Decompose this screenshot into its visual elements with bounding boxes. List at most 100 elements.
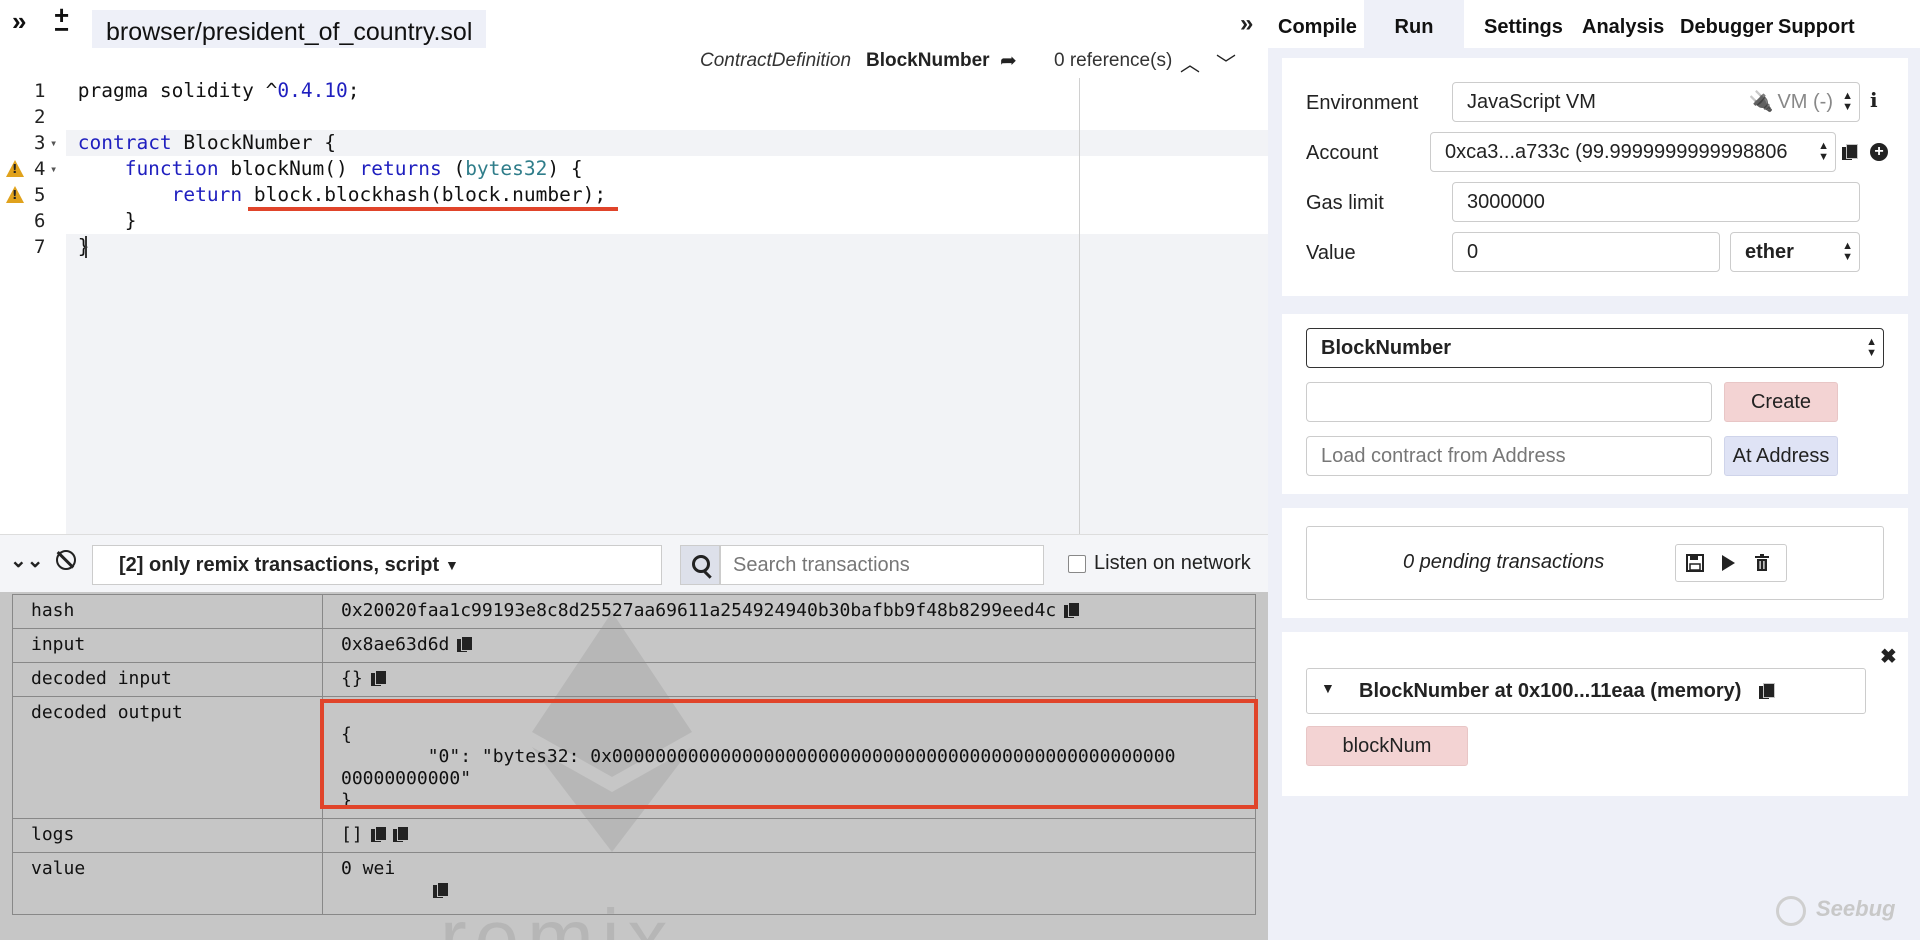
code-line: contract BlockNumber {: [66, 130, 1268, 156]
warning-icon: [6, 186, 24, 203]
print-margin: [1079, 78, 1080, 534]
row-value: 0x20020faa1c99193e8c8d25527aa69611a25492…: [322, 594, 1256, 629]
blocknum-function-button[interactable]: blockNum: [1306, 726, 1468, 766]
environment-select[interactable]: JavaScript VM 🔌 VM (-) ▲ ▼: [1452, 82, 1860, 122]
goto-definition-icon[interactable]: ➦: [1000, 48, 1017, 73]
search-transactions-input[interactable]: [720, 545, 1044, 585]
account-label: Account: [1306, 142, 1379, 164]
at-address-button[interactable]: At Address: [1724, 436, 1838, 476]
table-row: logs []: [12, 818, 1256, 853]
play-icon[interactable]: [1720, 554, 1736, 577]
code-token: block.blockhash(block.number);: [242, 183, 607, 206]
copy-icon[interactable]: [433, 882, 449, 898]
decoded-output-value: { "0": "bytes32: 0x000000000000000000000…: [322, 696, 1256, 819]
select-arrows-icon: ▲ ▼: [1818, 133, 1829, 163]
code-line: function blockNum() returns (bytes32) {: [66, 156, 1268, 182]
environment-settings-card: Environment JavaScript VM 🔌 VM (-) ▲ ▼ i A…: [1282, 58, 1908, 296]
add-account-icon[interactable]: +: [1870, 143, 1888, 161]
info-icon[interactable]: i: [1870, 88, 1878, 112]
account-select[interactable]: 0xca3...a733c (99.9999999999998806 ▲ ▼: [1430, 132, 1836, 172]
copy-icon[interactable]: [1759, 683, 1775, 699]
tab-run[interactable]: Run: [1364, 0, 1464, 48]
instance-header[interactable]: ▼ BlockNumber at 0x100...11eaa (memory): [1306, 668, 1866, 714]
transaction-filter-select[interactable]: [2] only remix transactions, script ▼: [92, 545, 662, 585]
contract-card: BlockNumber ▲ ▼ Create Load contract from…: [1282, 314, 1908, 494]
tab-support[interactable]: Support: [1768, 0, 1865, 48]
tab-debugger[interactable]: Debugger: [1670, 0, 1783, 48]
right-panel: Compile Run Settings Analysis Debugger S…: [1268, 0, 1920, 940]
copy-icon[interactable]: [392, 826, 409, 842]
line-gutter: 1 2 3▾ 4▾ 5 6 7: [0, 78, 66, 534]
line-number: 6: [34, 210, 46, 232]
chevron-up-icon[interactable]: ︿: [1180, 48, 1200, 77]
trash-icon[interactable]: [1754, 554, 1770, 577]
contract-select[interactable]: BlockNumber ▲ ▼: [1306, 328, 1884, 368]
context-name: BlockNumber: [866, 50, 990, 71]
copy-icon[interactable]: [370, 826, 387, 842]
value-input[interactable]: 0: [1452, 232, 1720, 272]
expand-right-panel-icon[interactable]: »: [1240, 10, 1253, 38]
pending-box: 0 pending transactions: [1306, 526, 1884, 600]
value-label: Value: [1306, 242, 1356, 264]
fold-arrow-icon[interactable]: ▾: [50, 156, 57, 182]
reference-count: 0 reference(s): [1054, 50, 1173, 71]
remove-file-icon[interactable]: −: [54, 14, 69, 45]
line-number: 1: [34, 80, 46, 102]
code-area[interactable]: pragma solidity ^0.4.10; contract BlockN…: [66, 78, 1268, 534]
row-key: hash: [12, 594, 323, 629]
gas-limit-input[interactable]: 3000000: [1452, 182, 1860, 222]
tab-active-file[interactable]: browser/president_of_country.sol: [92, 10, 487, 48]
chevron-down-icon[interactable]: ﹀: [1216, 48, 1236, 77]
table-row: decoded output { "0": "bytes32: 0x000000…: [12, 696, 1256, 819]
collapse-file-explorer-icon[interactable]: »: [12, 6, 26, 37]
caret-down-icon[interactable]: ▼: [1321, 680, 1335, 696]
code-token: ;: [347, 79, 360, 102]
load-address-input[interactable]: Load contract from Address: [1306, 436, 1712, 476]
transaction-details-table: hash 0x20020faa1c99193e8c8d25527aa69611a…: [12, 594, 1256, 915]
row-value: 0x8ae63d6d: [322, 628, 1256, 663]
select-arrows-icon: ▲ ▼: [1842, 240, 1853, 263]
copy-icon[interactable]: [1842, 144, 1858, 160]
code-token: blockNum(): [218, 157, 360, 180]
copy-icon[interactable]: [370, 670, 387, 686]
row-key: logs: [12, 818, 323, 853]
search-icon[interactable]: [680, 545, 720, 585]
code-token: 0.4.10: [277, 79, 348, 102]
code-token: bytes32: [465, 157, 548, 180]
constructor-args-input[interactable]: [1306, 382, 1712, 422]
tab-compile[interactable]: Compile: [1268, 0, 1367, 48]
collapse-terminal-icon[interactable]: ⌄⌄: [10, 548, 44, 573]
value-unit-select[interactable]: ether ▲ ▼: [1730, 232, 1860, 272]
clear-terminal-icon[interactable]: [56, 550, 76, 570]
error-underline: [248, 207, 618, 211]
terminal-toolbar: ⌄⌄ [2] only remix transactions, script ▼ …: [0, 534, 1268, 592]
row-key: decoded output: [12, 696, 323, 819]
copy-icon[interactable]: [1064, 602, 1081, 618]
code-line: [66, 104, 1268, 130]
line-number: 7: [34, 236, 46, 258]
tab-settings[interactable]: Settings: [1474, 0, 1573, 48]
pending-transactions-card: 0 pending transactions: [1282, 508, 1908, 618]
save-icon[interactable]: [1686, 554, 1704, 577]
caret-down-icon: ▼: [445, 557, 459, 573]
tab-analysis[interactable]: Analysis: [1572, 0, 1674, 48]
code-line: pragma solidity ^0.4.10;: [66, 78, 1268, 104]
code-editor[interactable]: 1 2 3▾ 4▾ 5 6 7 pragma solidity ^0.4.10;…: [0, 78, 1268, 534]
plug-icon: 🔌 VM (-): [1748, 91, 1833, 113]
code-token: BlockNumber {: [171, 131, 337, 154]
context-type: ContractDefinition: [700, 50, 852, 71]
create-button[interactable]: Create: [1724, 382, 1838, 422]
fold-arrow-icon[interactable]: ▾: [50, 130, 57, 156]
row-key: decoded input: [12, 662, 323, 697]
line-number: 2: [34, 106, 46, 128]
pending-count: 0 pending transactions: [1403, 551, 1605, 573]
code-line: return block.blockhash(block.number);: [66, 182, 1268, 208]
row-value: {}: [322, 662, 1256, 697]
close-icon[interactable]: ✖: [1880, 644, 1897, 669]
listen-on-network-checkbox[interactable]: [1068, 555, 1086, 573]
table-row: value 0 wei: [12, 852, 1256, 915]
copy-icon[interactable]: [457, 636, 474, 652]
gas-limit-label: Gas limit: [1306, 192, 1384, 214]
text-cursor: [85, 236, 87, 258]
terminal-output: remix hash 0x20020faa1c99193e8c8d25527aa…: [0, 592, 1268, 940]
